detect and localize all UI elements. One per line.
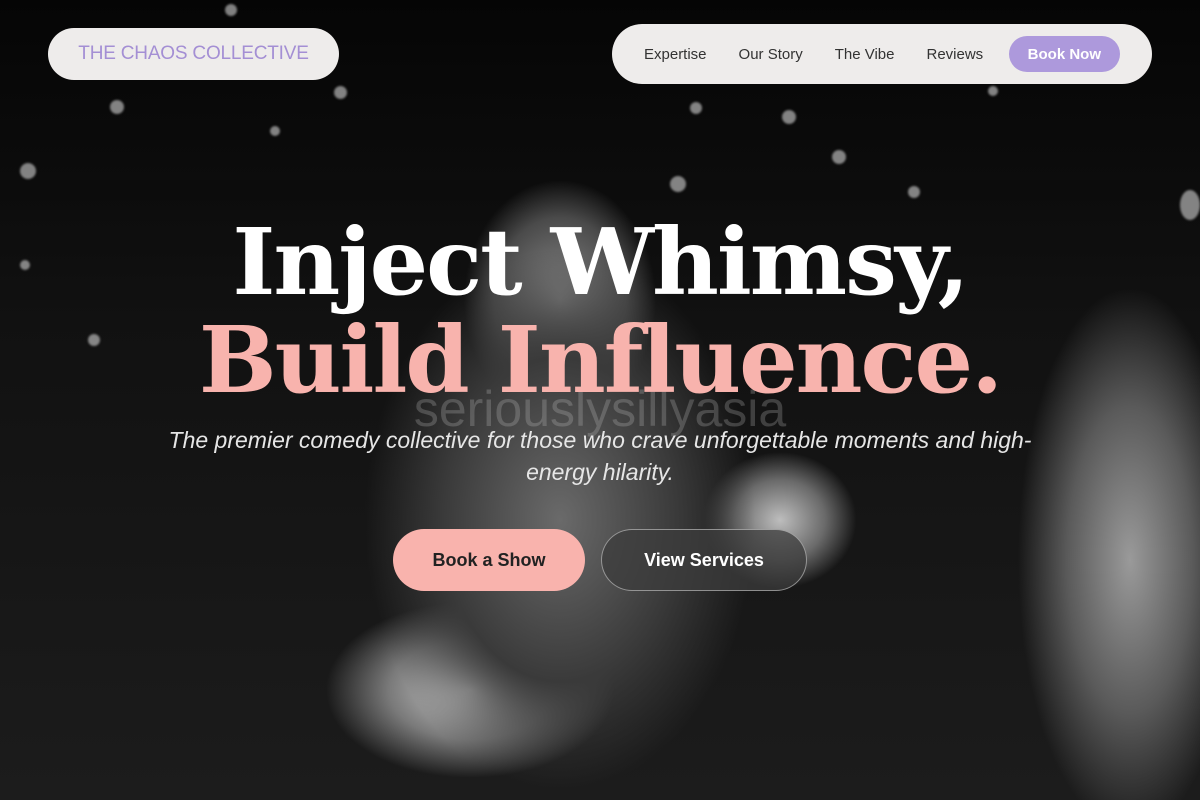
book-now-button[interactable]: Book Now [1008,36,1120,72]
nav-link-reviews[interactable]: Reviews [926,46,983,63]
bokeh-light [20,163,36,179]
hero-title-line-2: Build Influence. [198,306,1003,414]
bokeh-light [832,150,846,164]
bokeh-light [270,126,280,136]
brand-logo-text: THE CHAOS COLLECTIVE [78,43,309,64]
bokeh-light [670,176,686,192]
bokeh-light [782,110,796,124]
view-services-button[interactable]: View Services [601,529,807,591]
bokeh-light [110,100,124,114]
nav-link-expertise[interactable]: Expertise [644,46,707,63]
hero-title-line-1: Inject Whimsy, [232,208,969,316]
bokeh-light [225,4,237,16]
nav-link-our-story[interactable]: Our Story [739,46,803,63]
brand-logo-pill[interactable]: THE CHAOS COLLECTIVE [48,28,339,80]
nav-link-the-vibe[interactable]: The Vibe [835,46,895,63]
bokeh-light [988,86,998,96]
bokeh-light [908,186,920,198]
main-navigation: Expertise Our Story The Vibe Reviews Boo… [612,24,1152,84]
book-a-show-button[interactable]: Book a Show [393,529,585,591]
bokeh-light [334,86,347,99]
hero-subtitle: The premier comedy collective for those … [168,427,1032,485]
bokeh-light [690,102,702,114]
